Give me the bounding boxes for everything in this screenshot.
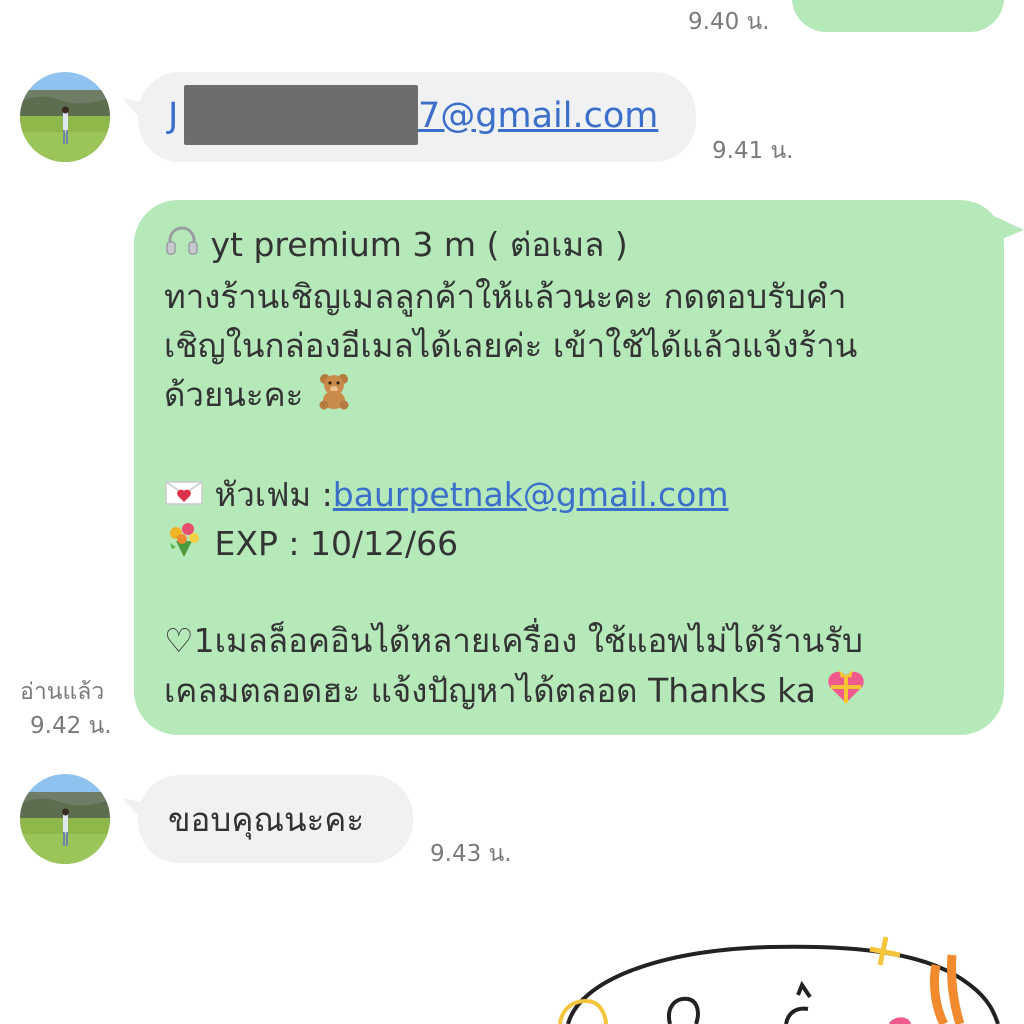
contact-avatar[interactable] xyxy=(20,774,110,864)
message-line: เชิญในกล่องอีเมลได้เลยค่ะ เข้าใช้ได้แล้ว… xyxy=(164,326,858,365)
message-line: yt premium 3 m ( ต่อเมล ) xyxy=(210,225,628,264)
teddy-bear-icon xyxy=(314,370,354,423)
email-link[interactable]: J xyxy=(168,96,178,136)
prev-sent-bubble[interactable] xyxy=(792,0,1004,32)
message-text: ขอบคุณนะคะ xyxy=(168,800,365,839)
bouquet-icon xyxy=(164,519,204,572)
message-line: ด้วยนะคะ xyxy=(164,375,304,414)
received-email-bubble[interactable]: J 7@gmail.com xyxy=(138,72,696,162)
message-line: ♡1เมลล็อคอินได้หลายเครื่อง ใช้แอพไม่ได้ร… xyxy=(164,621,863,660)
redaction-box xyxy=(184,85,418,145)
headphones-icon xyxy=(164,222,200,271)
email-link-end[interactable]: 7@gmail.com xyxy=(418,96,658,136)
head-email-link[interactable]: baurpetnak@gmail.com xyxy=(333,475,729,514)
contact-avatar[interactable] xyxy=(20,72,110,162)
timestamp: 9.42 น. xyxy=(30,713,112,739)
timestamp: 9.41 น. xyxy=(712,138,794,164)
sticker-doodle[interactable] xyxy=(540,925,1024,1024)
timestamp: 9.40 น. xyxy=(688,9,770,35)
sent-info-bubble[interactable]: yt premium 3 m ( ต่อเมล ) ทางร้านเชิญเมล… xyxy=(134,200,1004,735)
envelope-heart-icon xyxy=(164,472,204,521)
expiry-text: EXP : 10/12/66 xyxy=(214,524,459,563)
received-thanks-bubble[interactable]: ขอบคุณนะคะ xyxy=(138,775,413,863)
timestamp: 9.43 น. xyxy=(430,841,512,867)
message-line: เคลมตลอดฮะ แจ้งปัญหาได้ตลอด Thanks ka xyxy=(164,671,816,710)
message-line: ทางร้านเชิญเมลลูกค้าให้แล้วนะคะ กดตอบรับ… xyxy=(164,277,847,316)
read-status: อ่านแล้ว xyxy=(20,679,105,705)
gift-heart-icon xyxy=(826,667,866,718)
head-label: หัวเฟม : xyxy=(214,475,333,514)
